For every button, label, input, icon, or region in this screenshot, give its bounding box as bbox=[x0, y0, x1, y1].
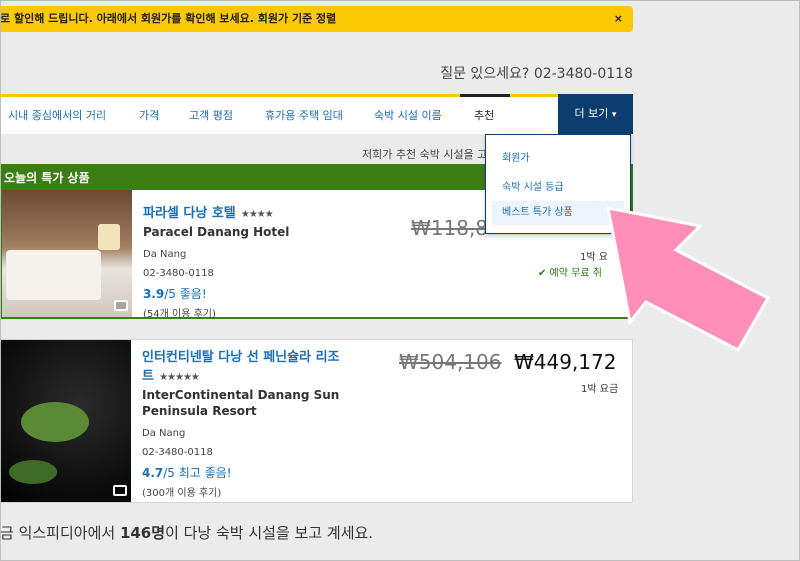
original-price: ₩504,106 bbox=[399, 350, 502, 374]
member-price-banner: 로 할인해 드립니다. 아래에서 회원가를 확인해 보세요. 회원가 기준 정렬… bbox=[0, 6, 633, 32]
sort-tab-name[interactable]: 숙박 시설 이름 bbox=[374, 97, 442, 134]
sort-tab-price[interactable]: 가격 bbox=[139, 97, 159, 134]
viewers-prefix: 금 익스피디아에서 bbox=[0, 524, 120, 542]
review-count[interactable]: (300개 이용 후기) bbox=[142, 484, 340, 499]
rating-suffix: /5 좋음! bbox=[164, 287, 207, 301]
rating-score: 3.9 bbox=[143, 287, 165, 301]
hotel-info: 파라셀 다낭 호텔 ★★★★ Paracel Danang Hotel Da N… bbox=[143, 202, 289, 320]
original-price: ₩118,8 bbox=[411, 216, 489, 240]
hotel-name-english-cont: Peninsula Resort bbox=[142, 404, 257, 418]
guest-rating: 4.7/5 최고 좋음! bbox=[142, 464, 340, 481]
hotel-location: Da Nang bbox=[143, 249, 187, 260]
sort-tab-rating[interactable]: 고객 평점 bbox=[189, 97, 233, 134]
sort-tab-vacation-rental[interactable]: 휴가용 주택 임대 bbox=[265, 97, 343, 134]
hotel-name-cont[interactable]: 트 bbox=[142, 369, 154, 384]
more-sort-button[interactable]: 더 보기 ▾ bbox=[558, 94, 633, 134]
sort-bar: 시내 중심에서의 거리 가격 고객 평점 휴가용 주택 임대 숙박 시설 이름 … bbox=[0, 94, 633, 134]
hotel-name[interactable]: 인터컨티넨탈 다낭 선 페닌슐라 리조 bbox=[142, 346, 340, 365]
hotel-photo[interactable] bbox=[2, 190, 132, 317]
hotel-name-english: Paracel Danang Hotel bbox=[143, 225, 290, 239]
star-rating: ★★★★★ bbox=[159, 372, 200, 383]
gallery-icon[interactable] bbox=[114, 300, 128, 311]
sort-tab-recommended[interactable]: 추천 bbox=[460, 94, 510, 134]
teapot-shape bbox=[21, 402, 89, 442]
hotel-phone: 02-3480-0118 bbox=[143, 268, 214, 279]
sale-price: ₩449,172 bbox=[514, 350, 617, 374]
free-cancellation: ✔ 예약 무료 취 bbox=[538, 268, 602, 279]
per-night-label: 1박 요 bbox=[580, 252, 608, 263]
chevron-down-icon: ▾ bbox=[611, 110, 617, 120]
viewers-note: 금 익스피디아에서 146명이 다낭 숙박 시설을 보고 계세요. bbox=[0, 522, 373, 543]
per-night-label: 1박 요금 bbox=[581, 384, 619, 395]
sort-dropdown-menu: 회원가 숙박 시설 등급 베스트 특가 상품 bbox=[485, 134, 631, 234]
dropdown-item-star-class[interactable]: 숙박 시설 등급 bbox=[502, 178, 564, 193]
viewers-suffix: 이 다낭 숙박 시설을 보고 계세요. bbox=[165, 524, 374, 542]
hotel-name-english: InterContinental Danang Sun bbox=[142, 388, 340, 402]
hotel-photo[interactable] bbox=[1, 340, 131, 502]
more-sort-label: 더 보기 bbox=[574, 107, 609, 120]
rating-score: 4.7 bbox=[142, 466, 164, 480]
hotel-info: 인터컨티넨탈 다낭 선 페닌슐라 리조 트 ★★★★★ InterContine… bbox=[142, 346, 340, 499]
hotel-name[interactable]: 파라셀 다낭 호텔 bbox=[143, 206, 236, 221]
guest-rating: 3.9/5 좋음! bbox=[143, 285, 289, 302]
dropdown-item-best-deals[interactable]: 베스트 특가 상품 bbox=[492, 201, 624, 225]
bed-shape bbox=[6, 250, 101, 300]
banner-text: 로 할인해 드립니다. 아래에서 회원가를 확인해 보세요. 회원가 기준 정렬 bbox=[0, 12, 337, 25]
rating-suffix: /5 최고 좋음! bbox=[163, 466, 232, 480]
gallery-icon[interactable] bbox=[113, 485, 127, 496]
viewers-count: 146명 bbox=[119, 524, 166, 542]
recommendation-note: 저희가 추천 숙박 시설을 고 bbox=[362, 148, 488, 161]
hotel-location: Da Nang bbox=[142, 428, 186, 439]
star-rating: ★★★★ bbox=[240, 209, 274, 220]
cup-shape bbox=[9, 460, 57, 484]
sort-tab-distance[interactable]: 시내 중심에서의 거리 bbox=[8, 97, 106, 134]
lamp-shape bbox=[98, 224, 120, 250]
help-phone: 질문 있으세요? 02-3480-0118 bbox=[440, 66, 633, 82]
hotel-phone: 02-3480-0118 bbox=[142, 447, 213, 458]
dropdown-item-member-price[interactable]: 회원가 bbox=[502, 149, 530, 164]
hotel-card[interactable]: 인터컨티넨탈 다낭 선 페닌슐라 리조 트 ★★★★★ InterContine… bbox=[0, 339, 633, 503]
close-icon[interactable]: × bbox=[614, 6, 623, 32]
review-count[interactable]: (54개 이용 후기) bbox=[143, 305, 289, 320]
